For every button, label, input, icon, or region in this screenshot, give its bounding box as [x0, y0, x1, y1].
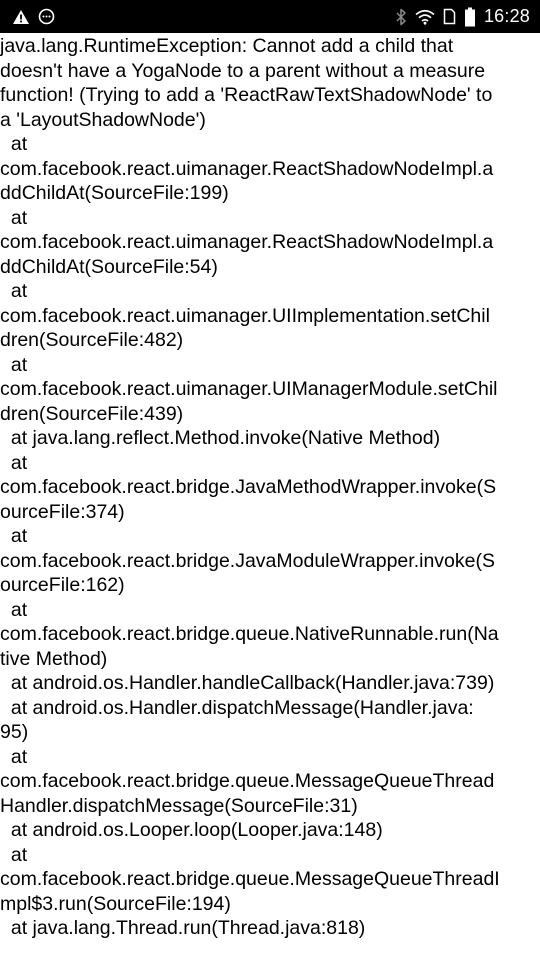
- message-icon: [38, 8, 55, 25]
- status-bar: 16:28: [0, 0, 540, 33]
- status-left-group: [12, 0, 55, 33]
- sim-icon: [443, 8, 456, 25]
- warning-icon: [12, 9, 30, 25]
- error-screen: java.lang.RuntimeException: Cannot add a…: [0, 34, 540, 960]
- bluetooth-icon: [395, 8, 407, 26]
- battery-icon: [464, 7, 476, 27]
- error-stack-trace: java.lang.RuntimeException: Cannot add a…: [0, 35, 500, 939]
- status-time: 16:28: [483, 6, 530, 26]
- status-right-group: 16:28: [395, 0, 530, 33]
- wifi-icon: [415, 9, 435, 25]
